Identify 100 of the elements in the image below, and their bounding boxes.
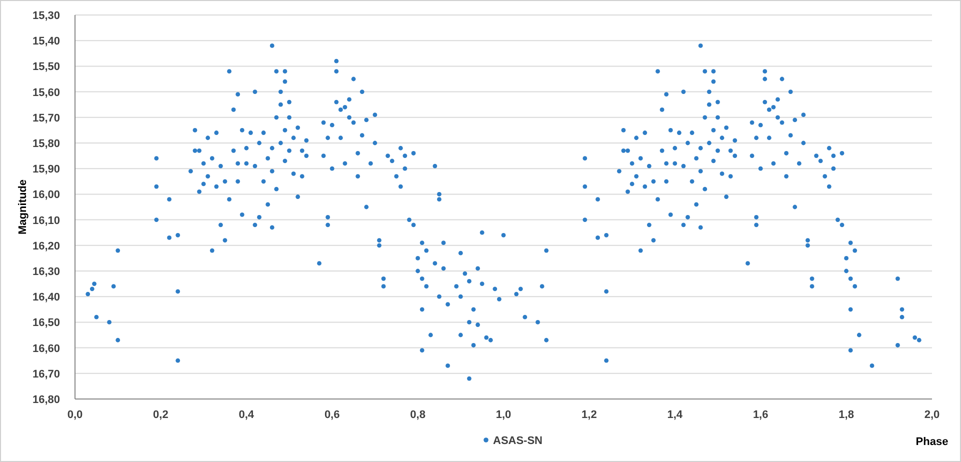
data-point	[432, 261, 438, 266]
legend-marker-icon	[484, 438, 488, 442]
data-point	[480, 230, 484, 235]
data-point	[116, 338, 120, 342]
data-point	[458, 294, 463, 299]
data-point	[840, 151, 844, 156]
data-point	[428, 332, 433, 338]
data-point	[416, 256, 420, 260]
tick-label: 16,80	[32, 394, 60, 406]
data-point	[582, 156, 588, 161]
data-point	[848, 276, 853, 281]
data-point	[231, 148, 236, 153]
tick-label: 1,2	[582, 409, 597, 421]
data-point	[334, 58, 339, 64]
data-point	[664, 179, 669, 184]
data-point	[702, 115, 708, 120]
data-point	[446, 364, 450, 368]
data-point	[218, 164, 223, 168]
data-point	[706, 90, 712, 94]
data-point	[852, 248, 858, 253]
data-point	[261, 130, 266, 135]
data-point	[167, 197, 172, 202]
data-point	[116, 248, 120, 253]
data-point	[364, 118, 369, 122]
data-point	[462, 271, 468, 276]
data-point	[664, 92, 669, 97]
data-point	[642, 130, 648, 135]
tick-label: 16,00	[32, 189, 60, 202]
tick-label: 16,30	[32, 266, 60, 278]
data-point	[762, 69, 768, 74]
tick-label: 16,10	[32, 214, 60, 227]
data-point	[686, 215, 690, 220]
data-point	[476, 266, 480, 271]
data-point	[270, 44, 274, 48]
data-point	[360, 90, 364, 94]
data-point	[810, 284, 814, 289]
data-point	[754, 215, 759, 220]
data-point	[214, 130, 219, 135]
data-point	[420, 240, 424, 246]
data-point	[287, 148, 292, 153]
data-point	[702, 186, 708, 192]
data-point	[480, 282, 484, 286]
data-point	[780, 76, 784, 82]
data-point	[647, 222, 652, 228]
data-point	[300, 174, 304, 178]
data-point	[698, 146, 703, 150]
data-point	[732, 138, 738, 143]
data-point	[210, 156, 214, 161]
data-point	[321, 120, 326, 125]
data-point	[334, 69, 339, 74]
data-point	[792, 118, 798, 122]
data-point	[266, 202, 270, 207]
tick-label: 1,0	[496, 409, 512, 421]
data-point	[420, 307, 424, 312]
tick-label: 15,50	[32, 61, 60, 74]
tick-label: 1,8	[838, 409, 854, 421]
data-point	[497, 296, 502, 302]
data-point	[826, 146, 832, 150]
data-point	[698, 168, 703, 174]
data-point	[771, 161, 776, 166]
data-point	[296, 125, 300, 130]
data-point	[668, 128, 673, 132]
data-point	[492, 286, 498, 292]
data-point	[724, 194, 729, 199]
data-point	[342, 161, 348, 166]
data-point	[218, 222, 223, 228]
data-point	[94, 314, 99, 320]
data-point	[540, 284, 544, 289]
data-point	[330, 122, 334, 128]
data-point	[694, 202, 699, 207]
data-point	[304, 138, 309, 143]
data-point	[848, 307, 853, 312]
data-point	[660, 148, 664, 153]
data-point	[728, 174, 733, 178]
data-point	[467, 320, 472, 324]
data-point	[758, 166, 763, 171]
data-point	[801, 140, 806, 146]
data-point	[252, 164, 258, 168]
data-point	[236, 161, 240, 166]
tick-label: 1,4	[667, 409, 683, 421]
axis-title: Magnitude	[17, 180, 29, 234]
data-point	[642, 184, 648, 189]
data-point	[720, 136, 724, 140]
data-point	[621, 128, 626, 132]
data-point	[236, 92, 240, 97]
data-point	[702, 69, 708, 74]
data-point	[282, 128, 288, 132]
data-point	[261, 179, 266, 184]
data-point	[192, 128, 198, 132]
data-point	[544, 338, 549, 342]
data-point	[750, 154, 754, 158]
data-point	[381, 284, 386, 289]
data-point	[754, 136, 759, 140]
tick-label: 16,40	[32, 292, 60, 304]
tick-label: 15,40	[32, 36, 60, 48]
data-point	[681, 222, 686, 228]
data-point	[321, 154, 326, 158]
data-point	[750, 120, 754, 125]
data-point	[240, 212, 244, 217]
data-point	[278, 140, 283, 146]
